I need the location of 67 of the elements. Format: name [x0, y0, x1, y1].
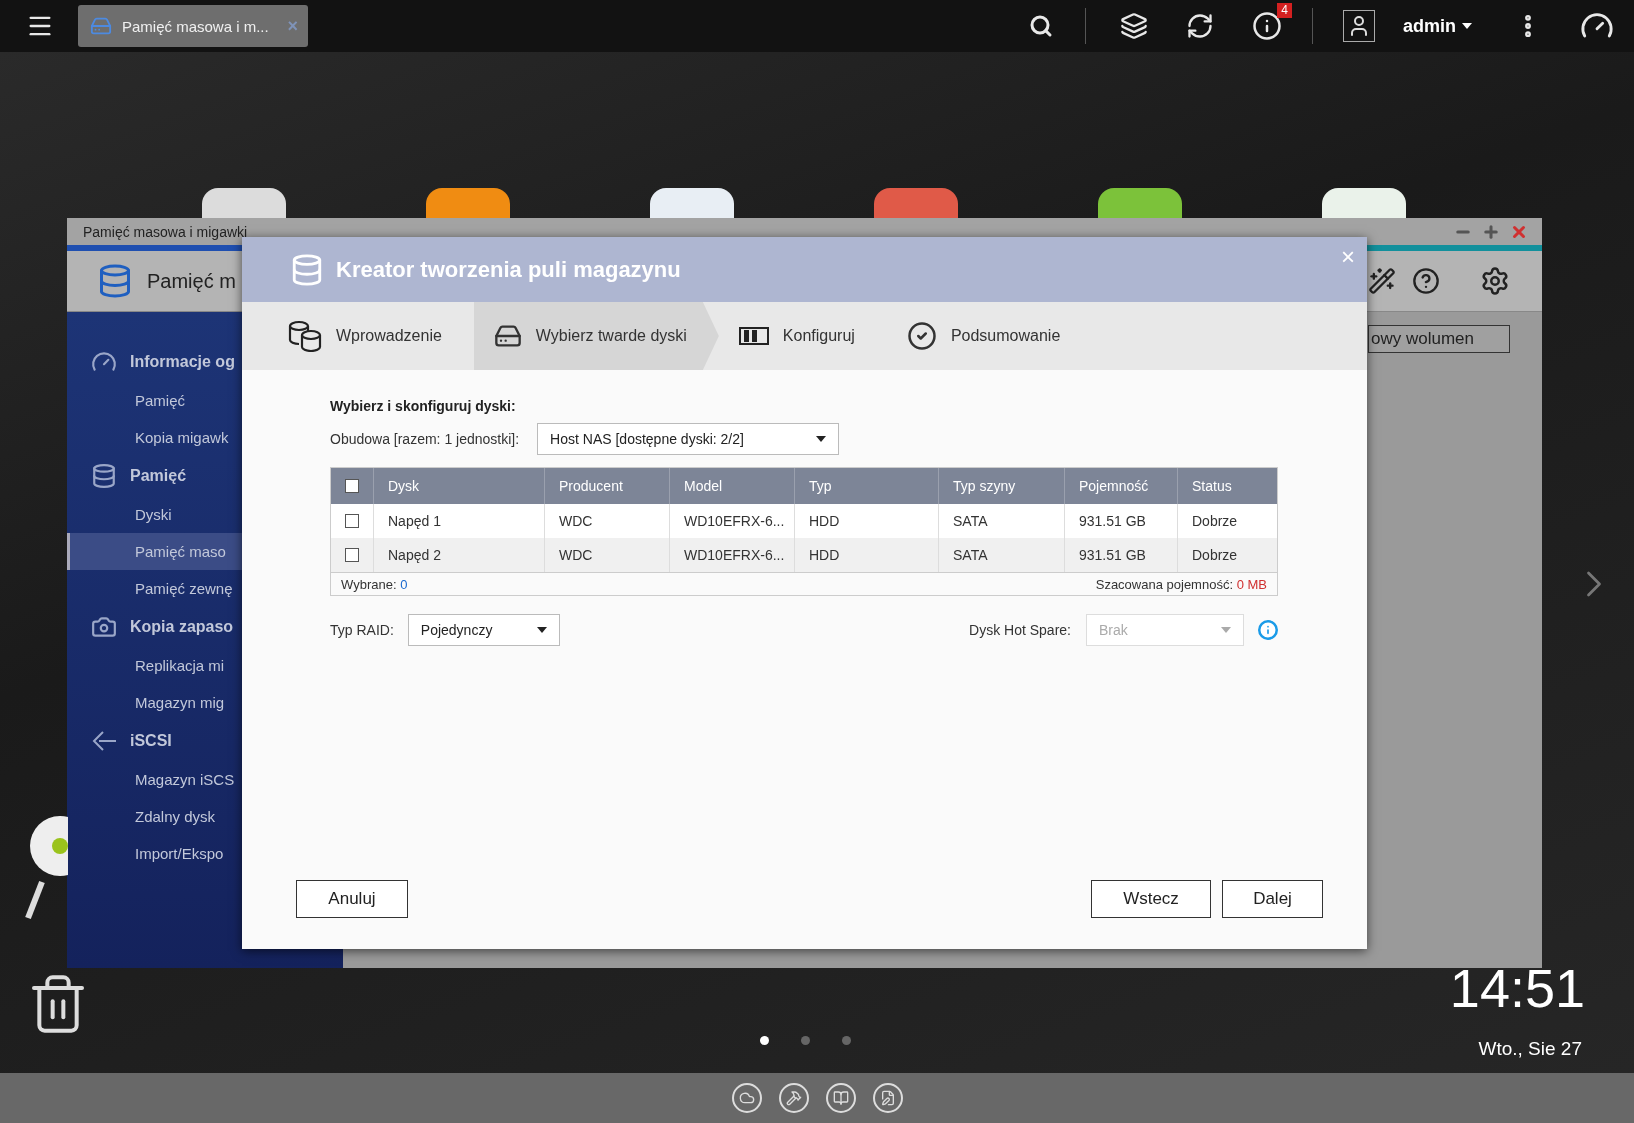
raid-select[interactable]: Pojedynczy [407, 614, 560, 646]
enclosure-label: Obudowa [razem: 1 jednostki]: [330, 431, 520, 447]
table-cell: SATA [938, 538, 1064, 572]
selected-count: Wybrane: 0 [341, 576, 408, 592]
app-tab[interactable]: Pamięć masowa i m... × [78, 5, 308, 47]
user-icon[interactable] [1343, 10, 1375, 42]
check-circle-icon [906, 321, 937, 351]
wand-icon[interactable] [1368, 267, 1396, 295]
wizard-step[interactable]: Wybierz twarde dyski [473, 302, 719, 370]
storage-icon [90, 15, 112, 37]
settings-icon[interactable] [1480, 266, 1510, 296]
app-icon[interactable] [650, 188, 734, 218]
dialog-title: Kreator tworzenia puli magazynu [336, 256, 682, 283]
clock-date: Wto., Sie 27 [1478, 1038, 1582, 1060]
disks-icon [288, 320, 322, 352]
sidebar-section[interactable]: iSCSI [130, 732, 172, 750]
table-cell: Dobrze [1177, 538, 1277, 572]
window-title: Pamięć masowa i migawki [83, 223, 249, 240]
cloud-icon[interactable] [731, 1083, 762, 1113]
drive-bays-icon [738, 326, 769, 346]
cancel-button[interactable]: Anuluj [296, 880, 408, 918]
page-dot[interactable] [842, 1036, 851, 1045]
row-checkbox[interactable] [345, 514, 359, 528]
table-cell: HDD [794, 538, 938, 572]
app-title: Pamięć m [147, 269, 236, 293]
section-title: Wybierz i skonfiguruj dyski: [330, 398, 517, 414]
user-menu[interactable]: admin [1403, 15, 1472, 37]
clock-time: 14:51 [1449, 957, 1585, 1019]
wizard-step[interactable]: Konfiguruj [718, 302, 887, 370]
sync-icon[interactable] [1186, 12, 1214, 40]
storage-icon [97, 263, 133, 299]
tab-title: Pamięć masowa i m... [122, 17, 270, 35]
stack-icon[interactable] [1120, 12, 1148, 40]
search-icon[interactable] [1029, 14, 1053, 38]
estimated-capacity: Szacowana pojemność: 0 MB [1095, 576, 1267, 592]
hammer-icon[interactable] [778, 1083, 809, 1113]
wizard-step[interactable]: Wprowadzenie [268, 302, 474, 370]
help-icon[interactable] [1412, 267, 1440, 295]
next-button[interactable]: Dalej [1222, 880, 1323, 918]
sidebar-section[interactable]: Pamięć [130, 467, 187, 485]
table-cell: Napęd 2 [373, 538, 544, 572]
raid-label: Typ RAID: [330, 622, 394, 638]
new-volume-button[interactable]: owy wolumen [1368, 325, 1510, 353]
app-icon[interactable] [1322, 188, 1406, 218]
edit-icon[interactable] [872, 1083, 903, 1113]
hot-spare-label: Dysk Hot Spare: [969, 622, 1071, 638]
table-cell: WDC [544, 538, 669, 572]
book-icon[interactable] [825, 1083, 856, 1113]
row-checkbox[interactable] [345, 548, 359, 562]
camera-icon [91, 614, 117, 640]
database-icon [91, 463, 117, 489]
maximize-icon[interactable] [1482, 222, 1500, 241]
app-icon[interactable] [1098, 188, 1182, 218]
app-icon[interactable] [426, 188, 510, 218]
enclosure-select[interactable]: Host NAS [dostępne dyski: 2/2] [537, 423, 840, 455]
table-cell: WD10EFRX-6... [669, 538, 794, 572]
select-all-checkbox[interactable] [345, 479, 359, 493]
page-dot[interactable] [760, 1036, 769, 1045]
page-dot[interactable] [801, 1036, 810, 1045]
sidebar-section[interactable]: Informacje og [130, 353, 235, 371]
sidebar-section[interactable]: Kopia zapaso [130, 618, 234, 636]
app-icon[interactable] [202, 188, 286, 218]
wizard-step[interactable]: Podsumowanie [886, 302, 1093, 370]
back-button[interactable]: Wstecz [1091, 880, 1211, 918]
cylinder-icon [290, 252, 324, 287]
notification-badge: 4 [1277, 3, 1292, 18]
table-cell: 931.51 GB [1064, 538, 1177, 572]
